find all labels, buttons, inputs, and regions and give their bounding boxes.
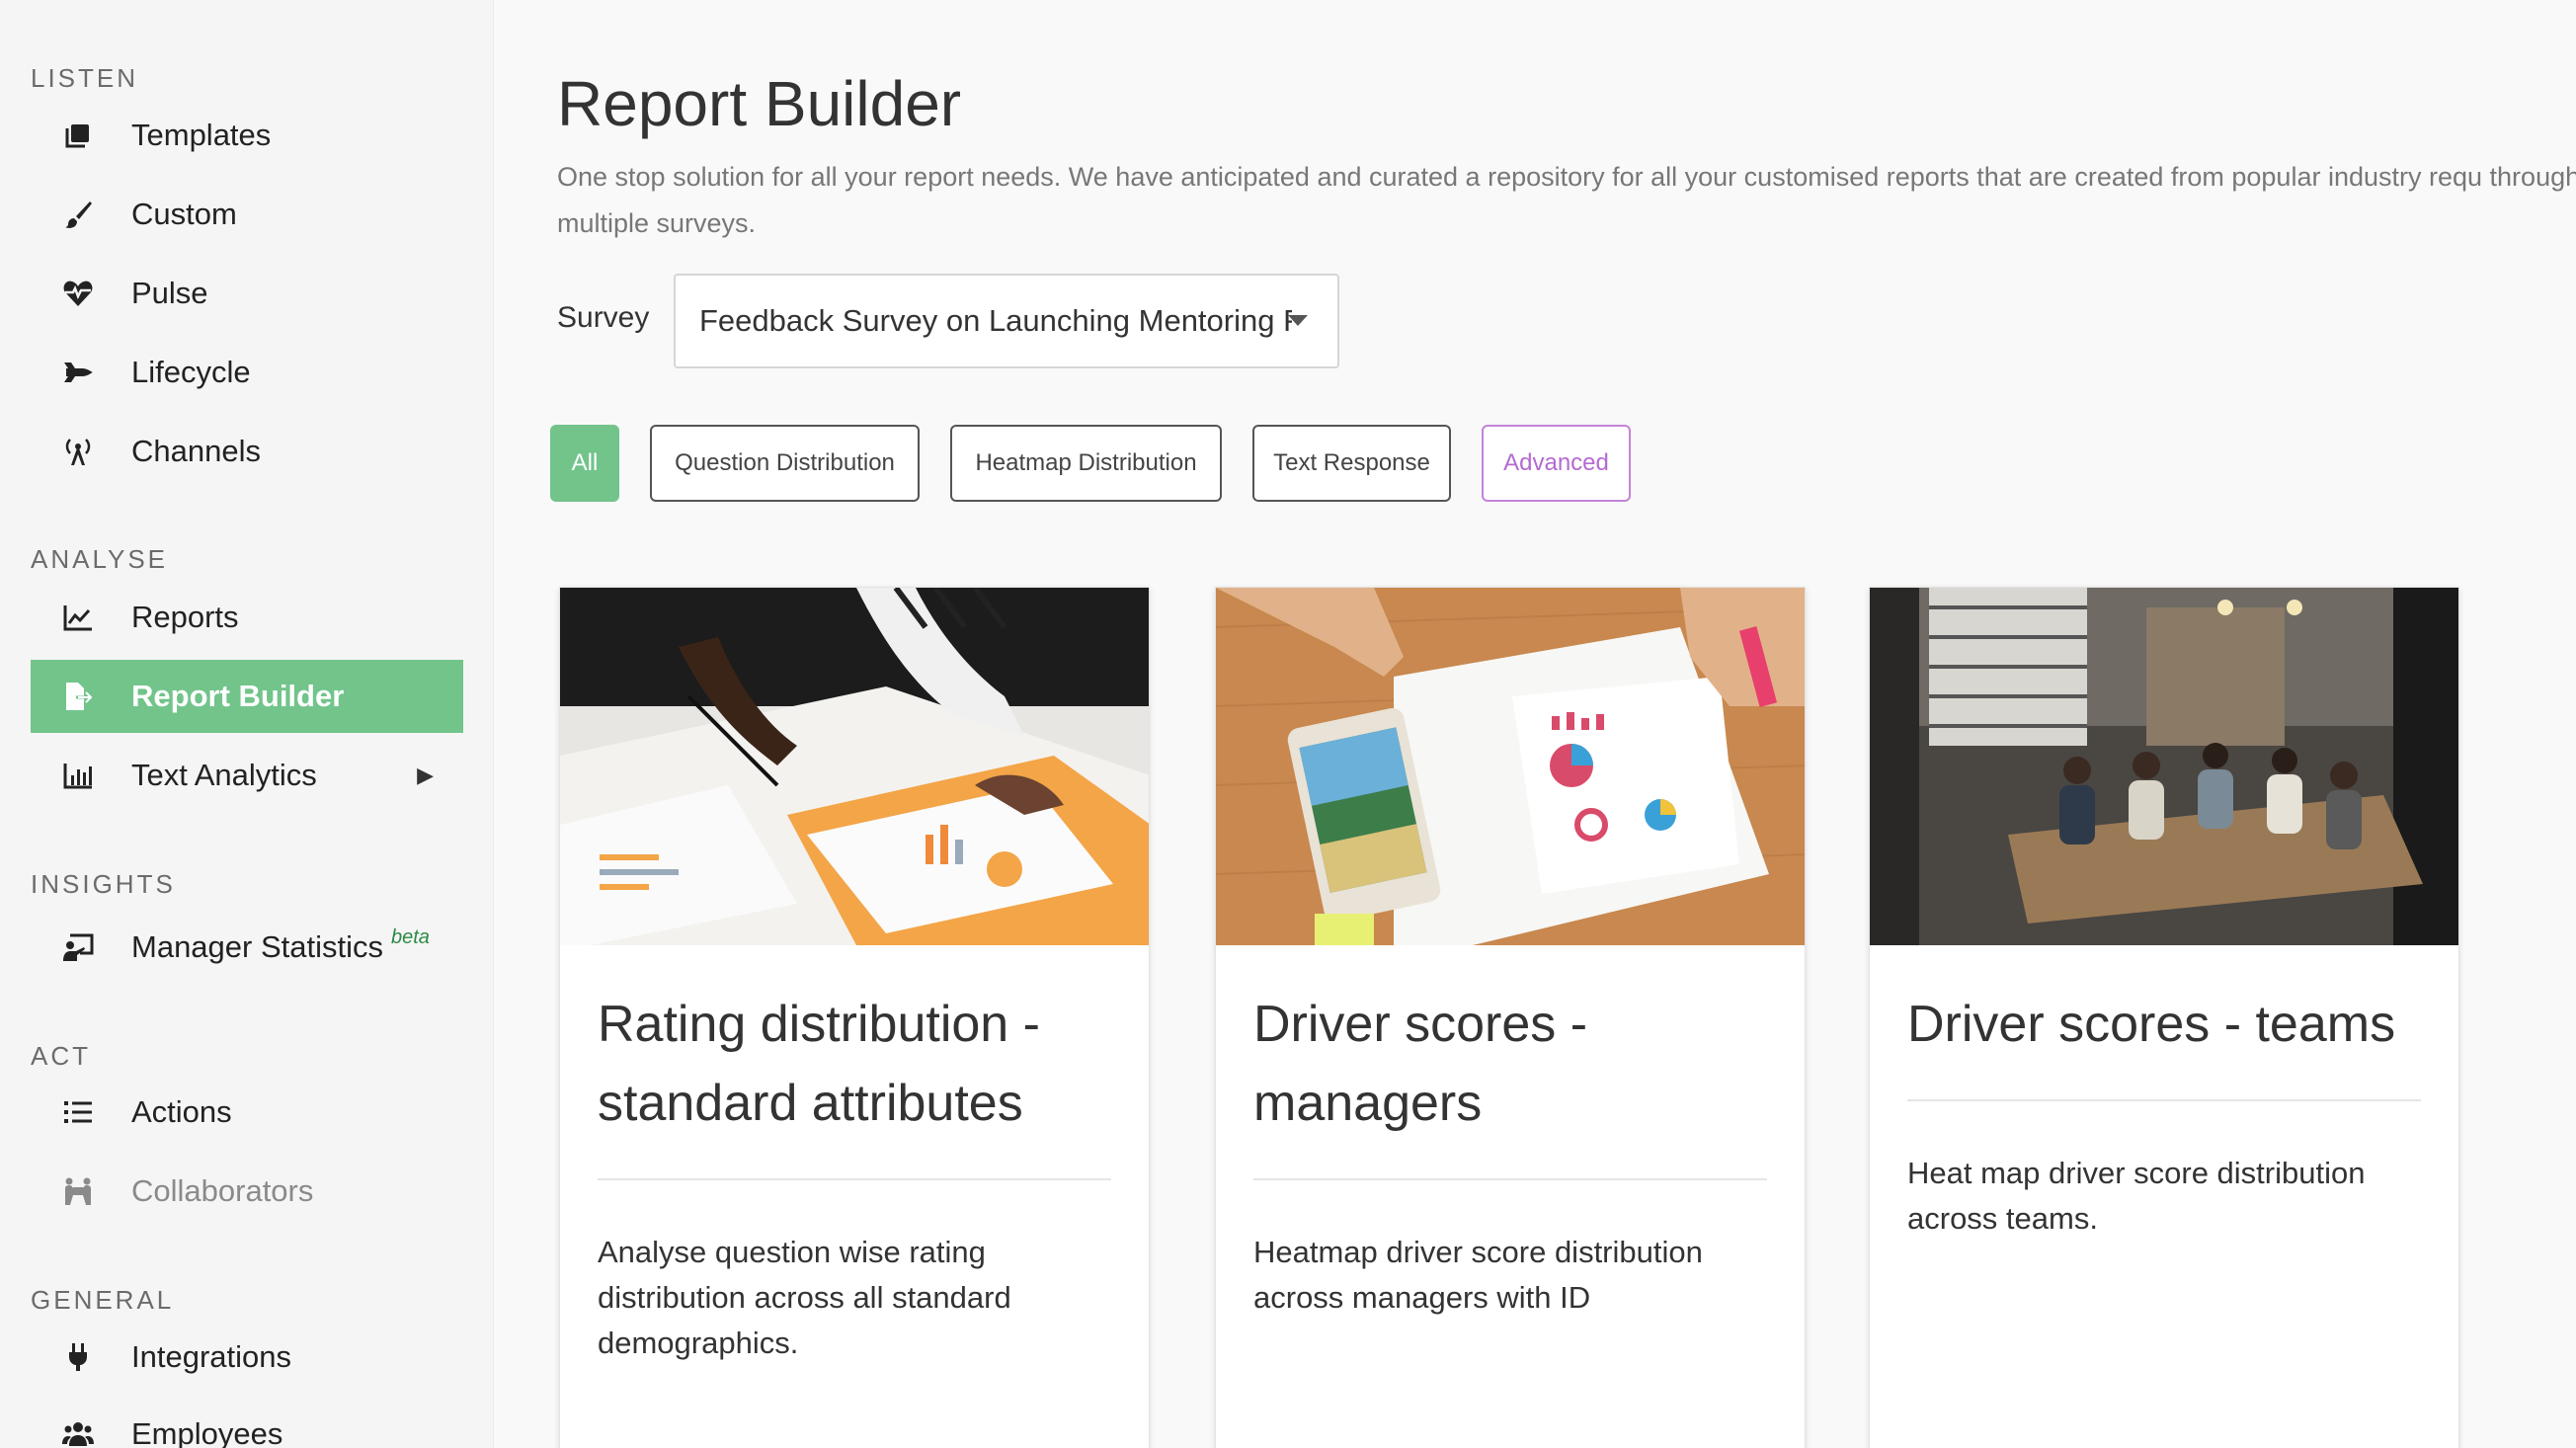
sidebar-item-label: Custom (131, 197, 237, 231)
filter-question-distribution-button[interactable]: Question Distribution (650, 425, 920, 502)
sidebar-item-label: Templates (131, 118, 272, 152)
sidebar-item-collaborators[interactable]: Collaborators (31, 1155, 463, 1228)
users-icon (54, 1418, 102, 1448)
sidebar-item-label: Text Analytics (131, 758, 317, 792)
card-title: Rating distribution - standard attribute… (598, 985, 1111, 1180)
card-image-tablet-charts (1216, 588, 1805, 945)
people-carry-icon (54, 1175, 102, 1207)
section-title-analyse: ANALYSE (31, 544, 169, 574)
sidebar-item-text-analytics[interactable]: Text Analytics ▶ (31, 739, 463, 812)
caret-down-icon (1288, 315, 1308, 326)
sidebar-item-label: Manager Statistics (131, 929, 383, 964)
plug-icon (54, 1341, 102, 1373)
survey-select-value: Feedback Survey on Launching Mentoring P (699, 303, 1292, 338)
section-title-general: GENERAL (31, 1285, 175, 1315)
sidebar-item-label: Collaborators (131, 1173, 314, 1208)
card-description: Analyse question wise rating distributio… (598, 1235, 1011, 1360)
sidebar-item-employees[interactable]: Employees (31, 1398, 463, 1448)
sidebar-item-integrations[interactable]: Integrations (31, 1321, 463, 1394)
sidebar-item-report-builder[interactable]: Report Builder (31, 660, 463, 733)
sidebar-item-label: Integrations (131, 1339, 291, 1374)
caret-right-icon: ▶ (417, 763, 434, 787)
card-title: Driver scores - teams (1907, 985, 2421, 1101)
sidebar-item-manager-statistics[interactable]: Manager Statistics beta (31, 911, 463, 984)
sidebar-item-label: Channels (131, 434, 261, 468)
survey-select[interactable]: Feedback Survey on Launching Mentoring P (674, 274, 1339, 368)
templates-icon (54, 120, 102, 151)
file-export-icon (54, 681, 102, 712)
paintbrush-icon (54, 199, 102, 230)
sidebar-item-channels[interactable]: Channels (31, 415, 463, 488)
survey-label: Survey (557, 301, 650, 334)
card-title: Driver scores - managers (1253, 985, 1767, 1180)
section-title-act: ACT (31, 1041, 91, 1071)
sidebar-item-templates[interactable]: Templates (31, 99, 463, 172)
card-image-team-meeting (1870, 588, 2458, 945)
sidebar-item-label: Employees (131, 1416, 283, 1448)
heartbeat-icon (54, 278, 102, 309)
sidebar-item-actions[interactable]: Actions (31, 1076, 463, 1149)
broadcast-icon (54, 436, 102, 467)
rocket-icon (54, 357, 102, 388)
filter-advanced-button[interactable]: Advanced (1482, 425, 1631, 502)
beta-badge: beta (391, 925, 430, 948)
sidebar-item-reports[interactable]: Reports (31, 581, 463, 654)
card-description: Heat map driver score distribution acros… (1907, 1156, 2366, 1236)
page-title: Report Builder (557, 68, 962, 139)
filter-text-response-button[interactable]: Text Response (1252, 425, 1451, 502)
report-card[interactable]: Driver scores - teams Heat map driver sc… (1869, 587, 2459, 1448)
sidebar-item-custom[interactable]: Custom (31, 178, 463, 251)
bar-chart-icon (54, 760, 102, 791)
sidebar-item-lifecycle[interactable]: Lifecycle (31, 336, 463, 409)
card-description: Heatmap driver score distribution across… (1253, 1235, 1703, 1315)
main-content: Report Builder One stop solution for all… (494, 0, 2576, 1448)
sidebar-item-label: Lifecycle (131, 355, 251, 389)
filter-heatmap-distribution-button[interactable]: Heatmap Distribution (950, 425, 1222, 502)
chalkboard-teacher-icon (54, 931, 102, 963)
filter-all-button[interactable]: All (550, 425, 619, 502)
line-chart-icon (54, 602, 102, 633)
sidebar-item-pulse[interactable]: Pulse (31, 257, 463, 330)
sidebar-item-label: Pulse (131, 276, 208, 310)
sidebar-item-label: Actions (131, 1094, 232, 1129)
list-icon (54, 1096, 102, 1128)
sidebar-item-label: Reports (131, 600, 239, 634)
report-card[interactable]: Rating distribution - standard attribute… (559, 587, 1150, 1448)
page-description: One stop solution for all your report ne… (557, 162, 2576, 238)
section-title-insights: INSIGHTS (31, 869, 176, 899)
card-image-documents (560, 588, 1149, 945)
sidebar: LISTEN Templates Custom Pulse Lifecycle … (0, 0, 494, 1448)
report-card[interactable]: Driver scores - managers Heatmap driver … (1215, 587, 1806, 1448)
sidebar-item-label: Report Builder (131, 679, 345, 713)
section-title-listen: LISTEN (31, 63, 139, 93)
